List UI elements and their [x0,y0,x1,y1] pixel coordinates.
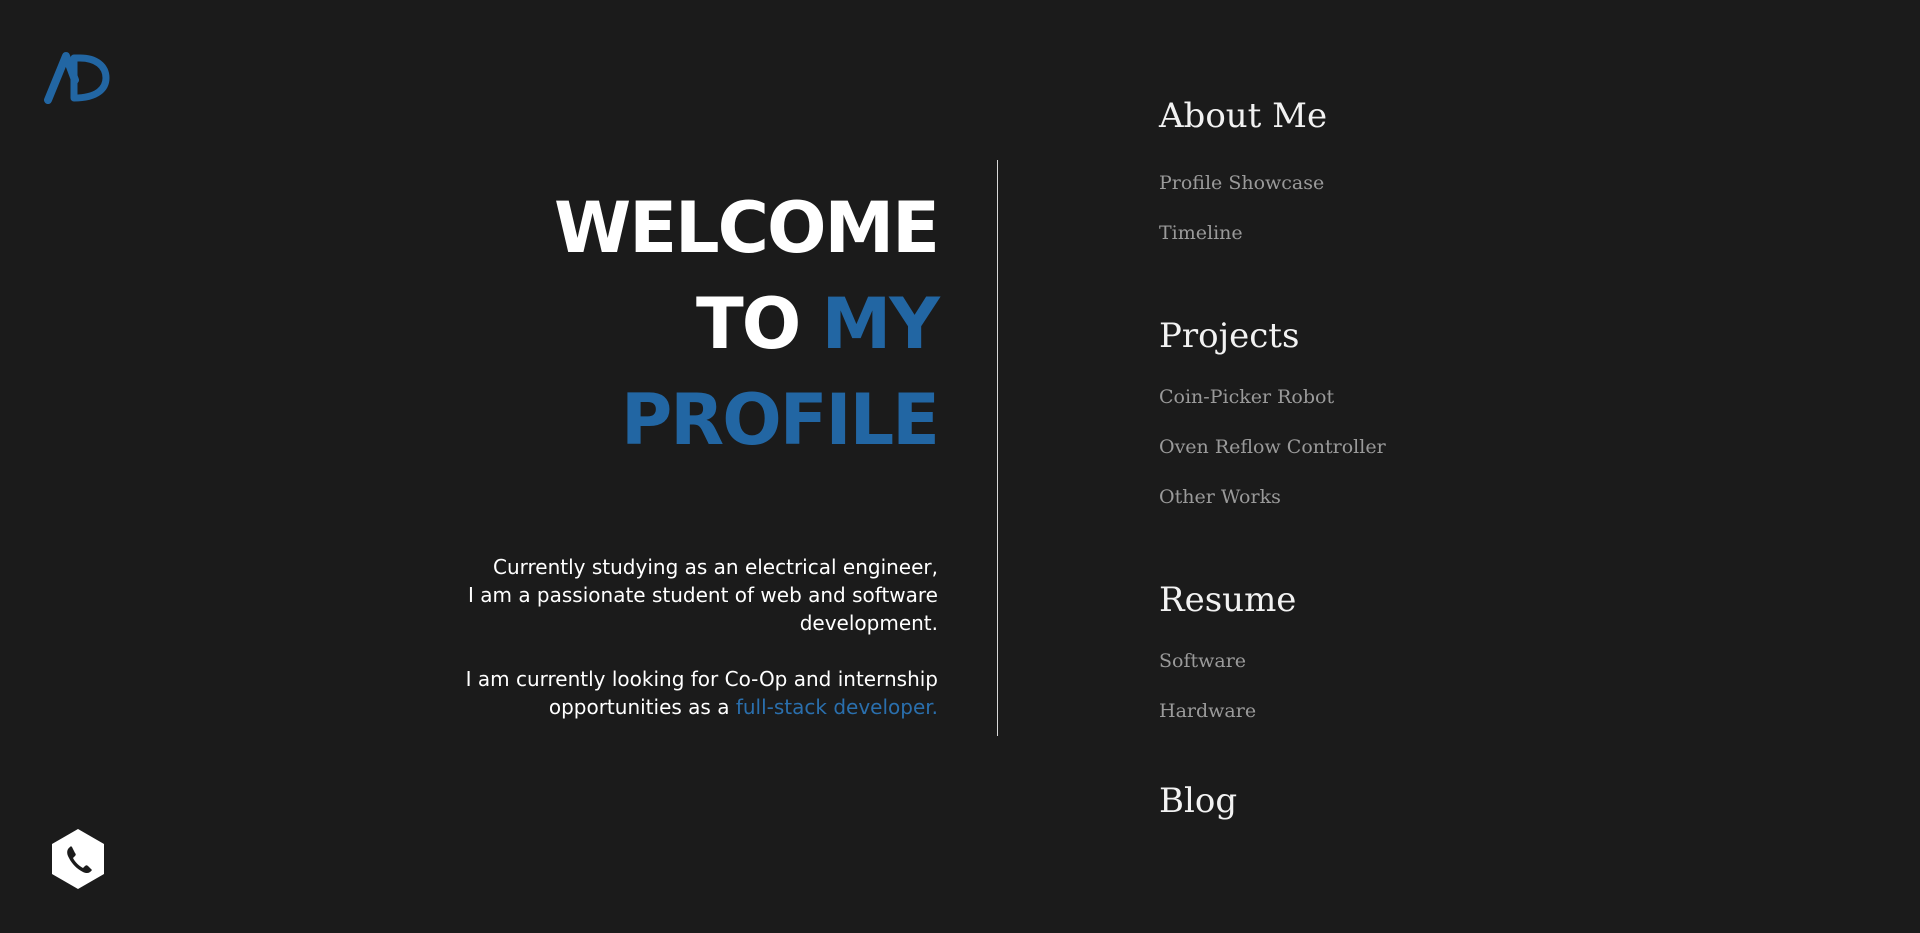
hexagon-shape [52,829,104,889]
full-stack-link[interactable]: full-stack developer. [736,695,938,719]
hero-title-line-3: PROFILE [621,379,940,461]
nav-item-software[interactable]: Software [1159,650,1246,672]
hero-title-line-1: WELCOME [554,187,940,269]
intro-line-3: development. [799,611,938,635]
nav-item-hardware[interactable]: Hardware [1159,700,1256,722]
nav-item-oven-reflow-controller[interactable]: Oven Reflow Controller [1159,436,1386,458]
logo[interactable] [44,50,110,104]
hero: WELCOME TO MY PROFILE [400,180,940,468]
hero-title-to: TO [696,283,822,365]
nav-item-timeline[interactable]: Timeline [1159,222,1243,244]
hero-title-line-2: TO MY [400,276,940,372]
logo-mark-icon [44,52,110,104]
hero-title-my: MY [821,283,940,365]
vertical-divider [997,160,998,736]
nav-heading-about[interactable]: About Me [1159,96,1327,136]
intro-line-1: Currently studying as an electrical engi… [493,555,938,579]
nav-heading-projects[interactable]: Projects [1159,316,1299,356]
intro-line-2: I am a passionate student of web and sof… [467,583,938,607]
nav-item-profile-showcase[interactable]: Profile Showcase [1159,172,1324,194]
intro-paragraph-2: I am currently looking for Co-Op and int… [400,665,938,721]
intro-paragraph-1: Currently studying as an electrical engi… [400,553,938,637]
nav-item-other-works[interactable]: Other Works [1159,486,1281,508]
intro-text: Currently studying as an electrical engi… [400,553,938,721]
nav-heading-resume[interactable]: Resume [1159,580,1296,620]
contact-phone-button[interactable] [50,827,106,891]
hero-title: WELCOME TO MY PROFILE [400,180,940,468]
nav-heading-blog[interactable]: Blog [1159,781,1237,821]
intro-line-5: opportunities as a [548,695,736,719]
intro-line-4: I am currently looking for Co-Op and int… [465,667,938,691]
nav-item-coin-picker-robot[interactable]: Coin-Picker Robot [1159,386,1334,408]
